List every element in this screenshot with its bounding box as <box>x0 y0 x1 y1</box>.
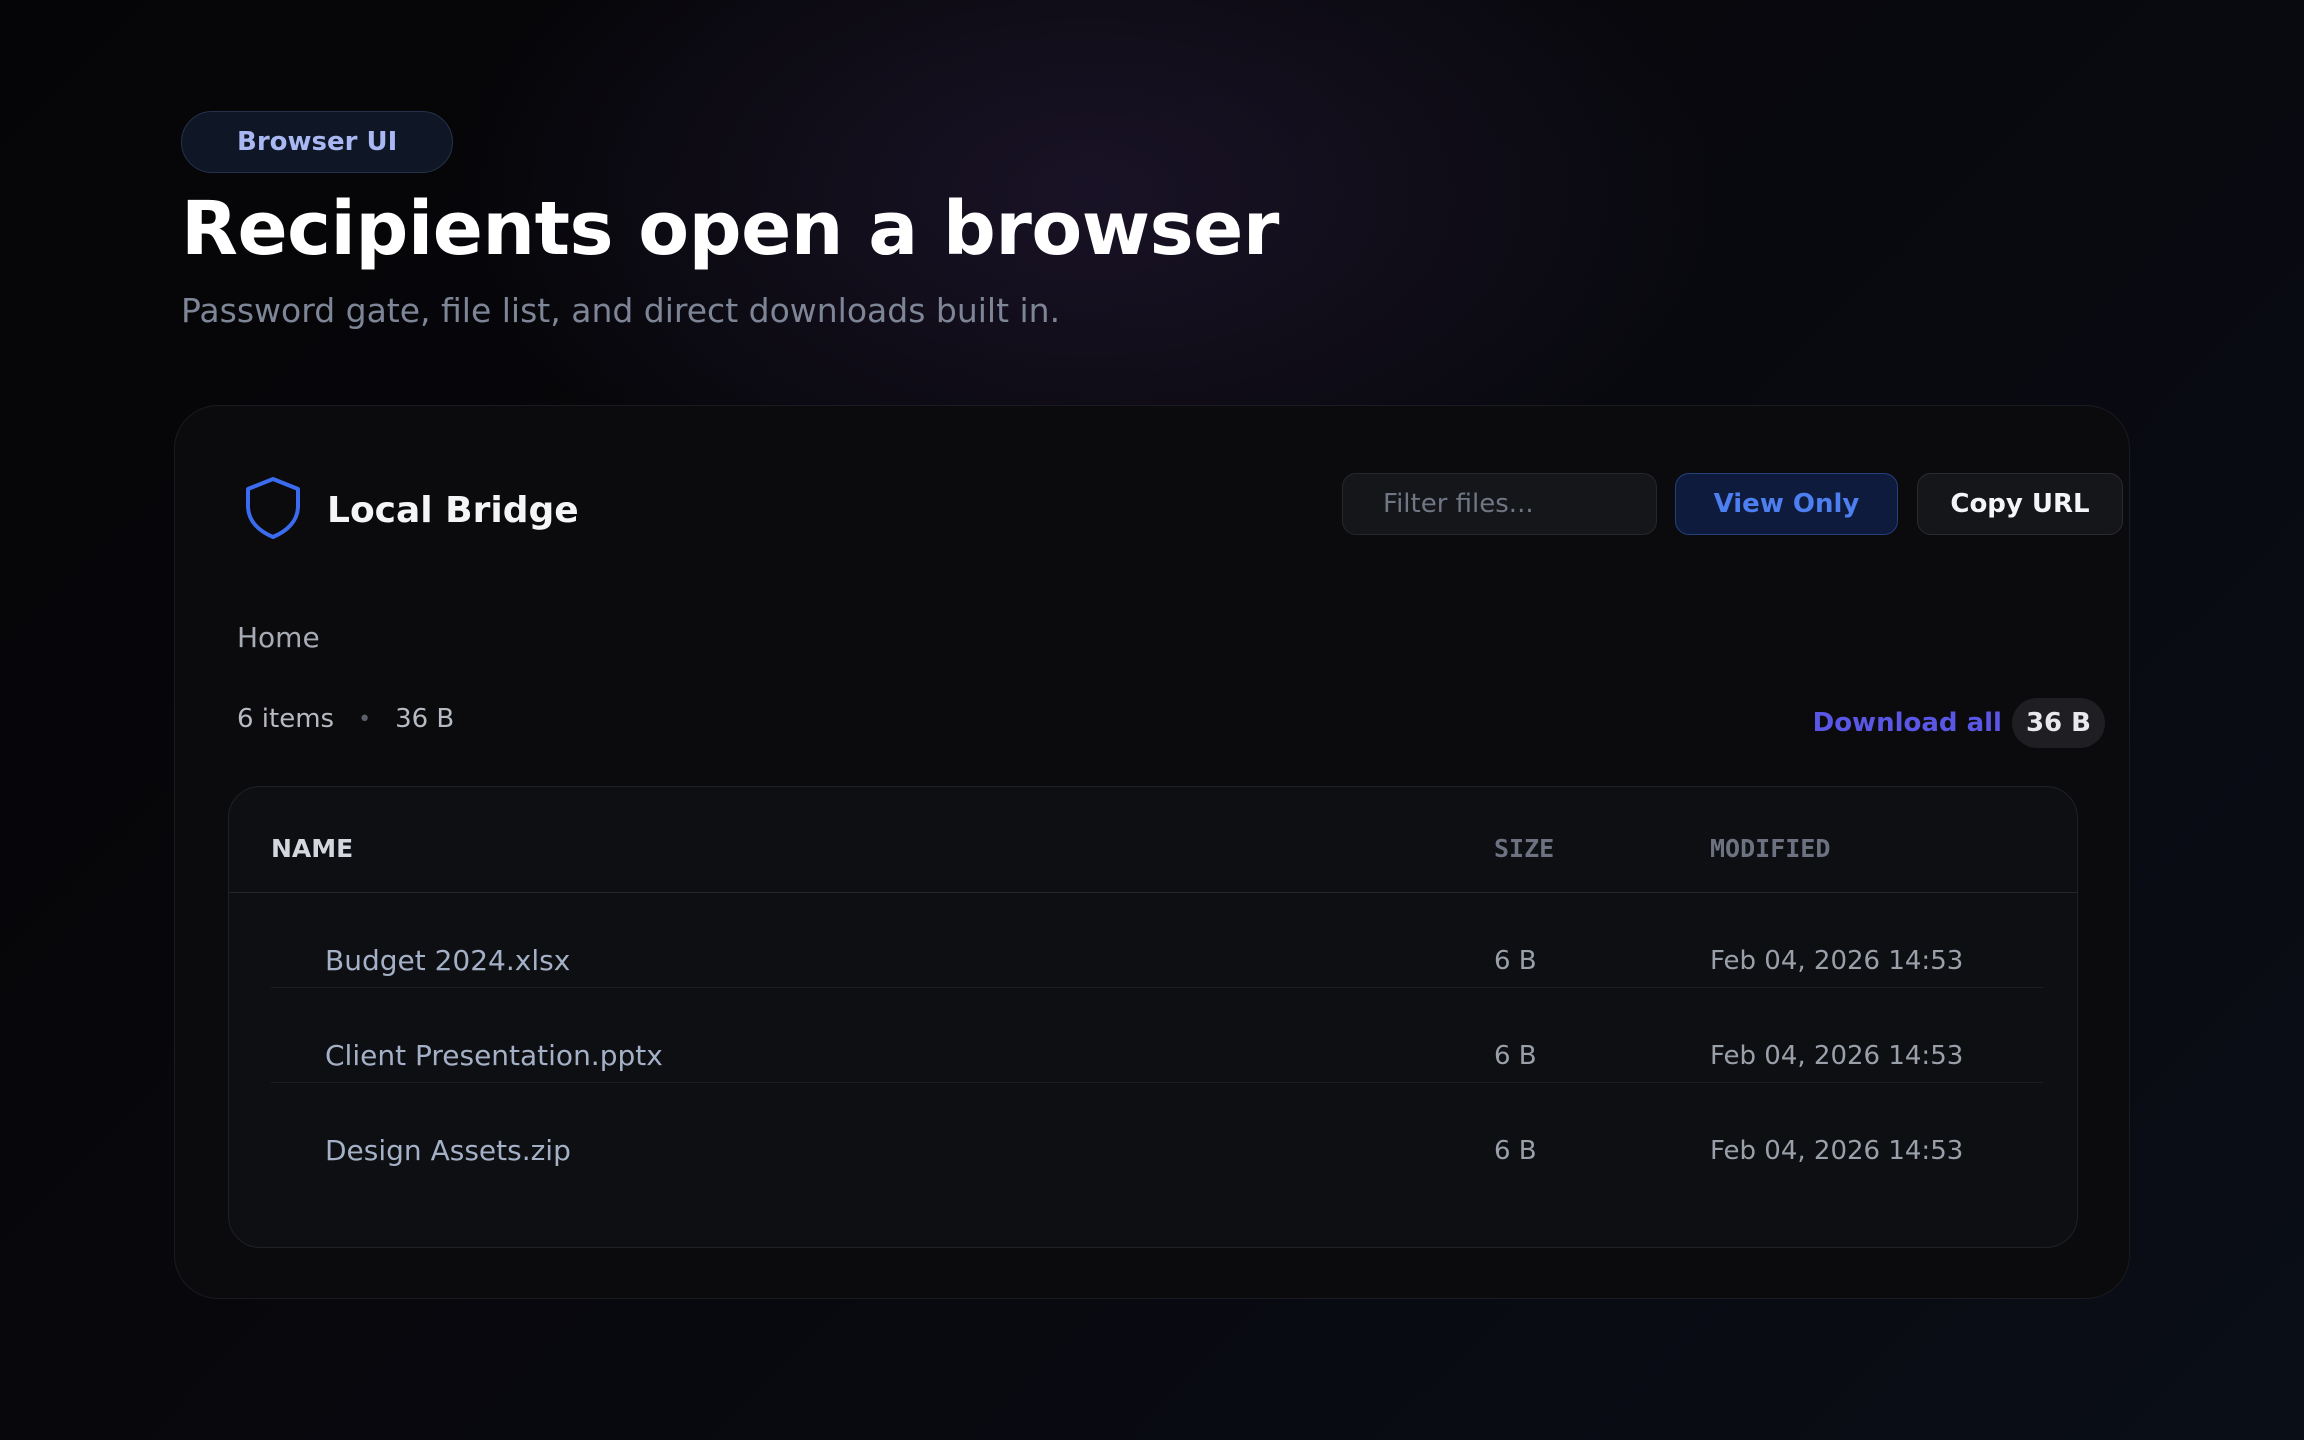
table-row[interactable]: Budget 2024.xlsx 6 B Feb 04, 2026 14:53 <box>229 893 2077 988</box>
table-row[interactable]: Client Presentation.pptx 6 B Feb 04, 202… <box>229 988 2077 1083</box>
file-size: 6 B <box>1494 1136 1537 1166</box>
table-row[interactable]: Design Assets.zip 6 B Feb 04, 2026 14:53 <box>229 1083 2077 1178</box>
file-name-link[interactable]: Client Presentation.pptx <box>325 1039 663 1072</box>
file-name-link[interactable]: Budget 2024.xlsx <box>325 944 570 977</box>
page-title: Recipients open a browser <box>181 186 1279 272</box>
download-all-size-badge: 36 B <box>2011 698 2105 748</box>
column-header-modified[interactable]: MODIFIED <box>1710 834 1830 863</box>
page-subtitle: Password gate, file list, and direct dow… <box>181 290 1061 330</box>
view-only-button[interactable]: View Only <box>1675 473 1898 535</box>
file-size: 6 B <box>1494 946 1537 976</box>
app-name: Local Bridge <box>327 489 579 531</box>
column-header-size[interactable]: SIZE <box>1494 834 1554 863</box>
section-badge: Browser UI <box>181 111 454 173</box>
download-all[interactable]: Download all 36 B <box>1813 698 2105 748</box>
folder-stats: 6 items • 36 B <box>237 704 454 734</box>
total-size: 36 B <box>395 704 455 734</box>
file-modified: Feb 04, 2026 14:53 <box>1710 1136 1964 1166</box>
file-modified: Feb 04, 2026 14:53 <box>1710 1041 1964 1071</box>
column-header-name[interactable]: NAME <box>271 834 353 863</box>
copy-url-button[interactable]: Copy URL <box>1917 473 2123 535</box>
table-body: Budget 2024.xlsx 6 B Feb 04, 2026 14:53 … <box>229 893 2077 1178</box>
download-all-link[interactable]: Download all <box>1813 708 2002 738</box>
file-name-link[interactable]: Design Assets.zip <box>325 1134 571 1167</box>
stats-separator: • <box>358 706 372 732</box>
hero-section: Browser UI Recipients open a browser Pas… <box>181 111 1279 330</box>
breadcrumb: Home <box>237 621 320 654</box>
shield-icon <box>243 476 303 544</box>
app-brand: Local Bridge <box>243 476 579 544</box>
item-count: 6 items <box>237 704 335 734</box>
file-size: 6 B <box>1494 1041 1537 1071</box>
breadcrumb-home[interactable]: Home <box>237 621 320 654</box>
file-share-window: Local Bridge View Only Copy URL Home 6 i… <box>174 405 2130 1299</box>
file-table: NAME SIZE MODIFIED Budget 2024.xlsx 6 B … <box>228 786 2078 1248</box>
filter-input[interactable] <box>1342 473 1657 535</box>
file-modified: Feb 04, 2026 14:53 <box>1710 946 1964 976</box>
table-header: NAME SIZE MODIFIED <box>229 787 2077 893</box>
